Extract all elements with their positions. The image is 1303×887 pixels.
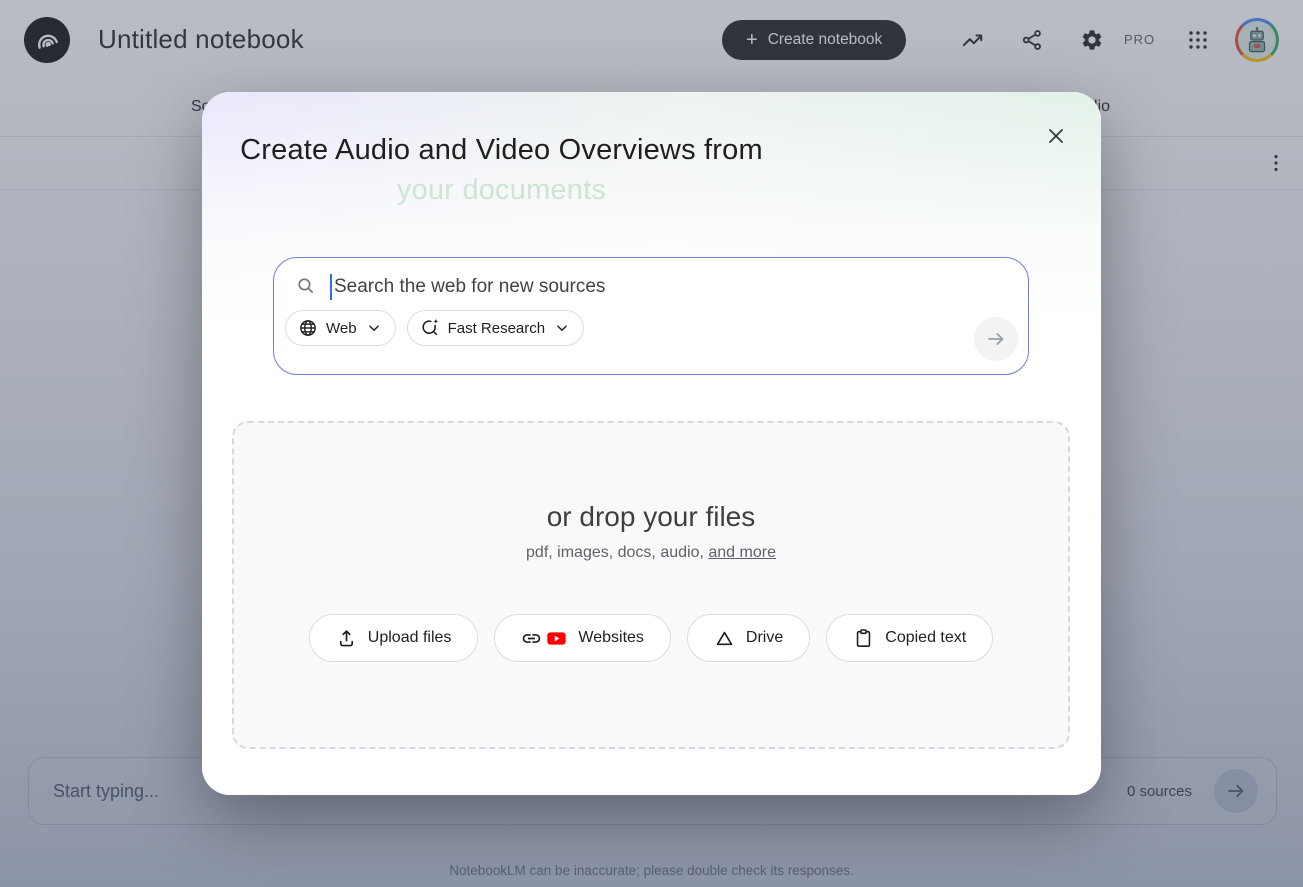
web-chip-label: Web bbox=[326, 320, 357, 337]
copied-text-label: Copied text bbox=[885, 629, 966, 647]
chevron-down-icon bbox=[553, 319, 571, 337]
source-buttons-row: Upload files Websites bbox=[234, 614, 1068, 662]
fast-research-chip[interactable]: Fast Research bbox=[407, 310, 585, 346]
notebooklm-app: Untitled notebook + Create notebook bbox=[0, 0, 1303, 887]
chevron-down-icon bbox=[365, 319, 383, 337]
research-chip-label: Fast Research bbox=[448, 320, 546, 337]
and-more-link[interactable]: and more bbox=[708, 544, 776, 561]
arrow-right-icon bbox=[985, 328, 1007, 350]
upload-icon bbox=[336, 628, 357, 649]
formats-text: pdf, images, docs, audio, bbox=[526, 544, 704, 561]
file-dropzone[interactable]: or drop your files pdf, images, docs, au… bbox=[232, 421, 1070, 749]
drive-triangle-icon bbox=[714, 628, 735, 649]
clipboard-icon bbox=[853, 628, 874, 649]
dialog-title-line2: your documents bbox=[229, 170, 774, 210]
search-input[interactable] bbox=[334, 276, 1006, 298]
websites-label: Websites bbox=[578, 629, 644, 647]
close-button[interactable] bbox=[1038, 118, 1074, 154]
create-overview-dialog: Create Audio and Video Overviews from yo… bbox=[202, 92, 1101, 795]
dropzone-formats: pdf, images, docs, audio, and more bbox=[234, 544, 1068, 562]
upload-files-button[interactable]: Upload files bbox=[309, 614, 479, 662]
close-icon bbox=[1044, 124, 1068, 148]
web-source-chip[interactable]: Web bbox=[285, 310, 396, 346]
search-submit-button[interactable] bbox=[974, 317, 1018, 361]
web-search-box: Web Fast Research bbox=[273, 257, 1029, 375]
search-icon bbox=[296, 276, 318, 298]
text-caret bbox=[330, 274, 332, 300]
drive-button[interactable]: Drive bbox=[687, 614, 810, 662]
dialog-title-line1: Create Audio and Video Overviews from bbox=[229, 130, 774, 170]
dropzone-heading: or drop your files bbox=[234, 501, 1068, 533]
websites-button[interactable]: Websites bbox=[494, 614, 671, 662]
upload-files-label: Upload files bbox=[368, 629, 452, 647]
dialog-title: Create Audio and Video Overviews from yo… bbox=[229, 130, 774, 210]
copied-text-button[interactable]: Copied text bbox=[826, 614, 993, 662]
drive-label: Drive bbox=[746, 629, 783, 647]
link-icon bbox=[521, 628, 542, 649]
globe-icon bbox=[298, 318, 318, 338]
research-sparkle-icon bbox=[420, 318, 440, 338]
link-youtube-icon bbox=[521, 628, 567, 649]
youtube-icon bbox=[546, 628, 567, 649]
